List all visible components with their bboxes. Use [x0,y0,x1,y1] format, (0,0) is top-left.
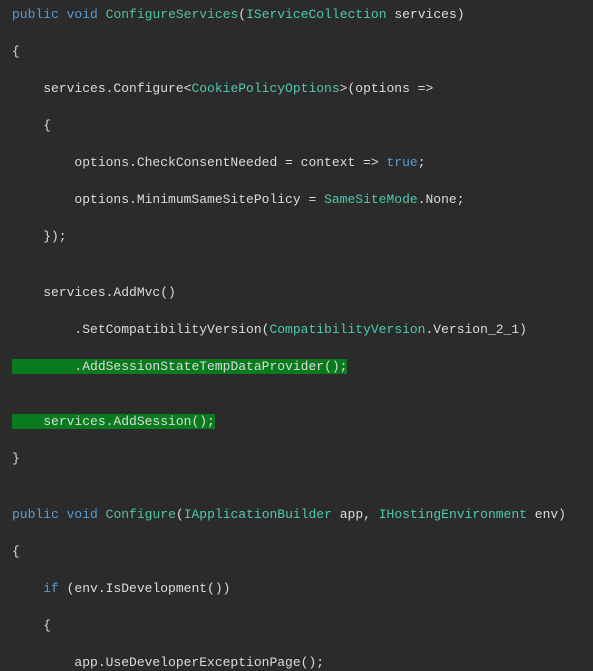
code-line: options.CheckConsentNeeded = context => … [0,154,593,173]
code-token: public [12,507,59,522]
code-token: options.MinimumSameSitePolicy = [12,192,324,207]
code-token [98,507,106,522]
code-token: services.AddMvc() [12,285,176,300]
code-block: public void ConfigureServices(IServiceCo… [0,0,593,671]
code-token: .None; [418,192,465,207]
code-token: CompatibilityVersion [269,322,425,337]
code-token: ConfigureServices [106,7,239,22]
code-token: void [67,507,98,522]
code-token: .SetCompatibilityVersion( [12,322,269,337]
code-token: ( [238,7,246,22]
code-token: void [67,7,98,22]
code-token: public [12,7,59,22]
code-line: options.MinimumSameSitePolicy = SameSite… [0,191,593,210]
code-token: .AddSessionStateTempDataProvider(); [74,359,347,374]
code-token: } [12,451,20,466]
code-token: Configure [106,507,176,522]
code-token: ( [176,507,184,522]
code-line: { [0,43,593,62]
code-line: public void Configure(IApplicationBuilde… [0,506,593,525]
code-token: services.AddSession(); [43,414,215,429]
code-line: { [0,543,593,562]
code-token [59,7,67,22]
code-token: env) [527,507,566,522]
code-token [98,7,106,22]
code-token: IApplicationBuilder [184,507,332,522]
highlight-lead [12,414,43,429]
highlight-bar: services.AddSession(); [43,414,215,429]
code-line: services.AddSession(); [0,413,593,432]
code-token: services.Configure< [12,81,191,96]
code-token [12,581,43,596]
code-token: options.CheckConsentNeeded = context => [12,155,386,170]
code-token: true [386,155,417,170]
code-token: services) [387,7,465,22]
code-line: } [0,450,593,469]
highlight-lead [12,359,74,374]
code-token: >(options => [340,81,434,96]
code-token: .Version_2_1) [425,322,526,337]
code-line: .SetCompatibilityVersion(CompatibilityVe… [0,321,593,340]
code-line: app.UseDeveloperExceptionPage(); [0,654,593,671]
code-line: services.AddMvc() [0,284,593,303]
code-line: }); [0,228,593,247]
code-line: { [0,117,593,136]
highlight-bar: .AddSessionStateTempDataProvider(); [74,359,347,374]
code-line: { [0,617,593,636]
code-token: IHostingEnvironment [379,507,527,522]
code-line: services.Configure<CookiePolicyOptions>(… [0,80,593,99]
code-token: (env.IsDevelopment()) [59,581,231,596]
code-token: app.UseDeveloperExceptionPage(); [12,655,324,670]
code-token: { [12,44,20,59]
code-token: SameSiteMode [324,192,418,207]
code-token: CookiePolicyOptions [191,81,339,96]
code-line: if (env.IsDevelopment()) [0,580,593,599]
code-token: { [12,618,51,633]
code-token: IServiceCollection [246,7,386,22]
code-token [59,507,67,522]
code-token: { [12,544,20,559]
code-token: }); [12,229,67,244]
code-token: if [43,581,59,596]
code-token: ; [418,155,426,170]
code-token: { [12,118,51,133]
code-token: app, [332,507,379,522]
code-line: public void ConfigureServices(IServiceCo… [0,6,593,25]
code-line: .AddSessionStateTempDataProvider(); [0,358,593,377]
